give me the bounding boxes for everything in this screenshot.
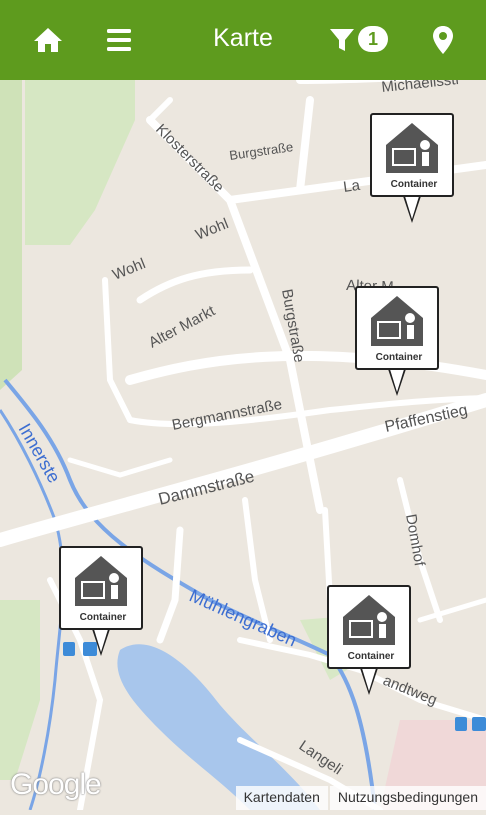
- map-data-link[interactable]: Kartendaten: [235, 786, 328, 810]
- filter-icon[interactable]: [322, 20, 362, 60]
- terms-link[interactable]: Nutzungsbedingungen: [329, 786, 486, 810]
- marker-label: Container: [390, 179, 438, 190]
- container-marker[interactable]: Container: [355, 286, 439, 396]
- marker-label: Container: [79, 612, 127, 623]
- map-attribution: Kartendaten Nutzungsbedingungen: [234, 786, 486, 810]
- container-icon: [371, 296, 423, 346]
- container-marker[interactable]: Container: [327, 585, 411, 695]
- marker-label: Container: [347, 651, 395, 662]
- container-icon: [343, 595, 395, 645]
- google-logo: Google: [10, 768, 102, 801]
- container-icon: [75, 556, 127, 606]
- app-header: Karte 1: [0, 0, 486, 80]
- page-title: Karte: [213, 24, 273, 52]
- filter-count-badge: 1: [358, 26, 388, 52]
- container-icon: [386, 123, 438, 173]
- street-lange: La: [342, 177, 362, 196]
- container-marker[interactable]: Container: [370, 113, 454, 223]
- container-marker[interactable]: Container: [59, 546, 143, 656]
- marker-label: Container: [375, 352, 423, 363]
- location-icon[interactable]: [423, 20, 463, 60]
